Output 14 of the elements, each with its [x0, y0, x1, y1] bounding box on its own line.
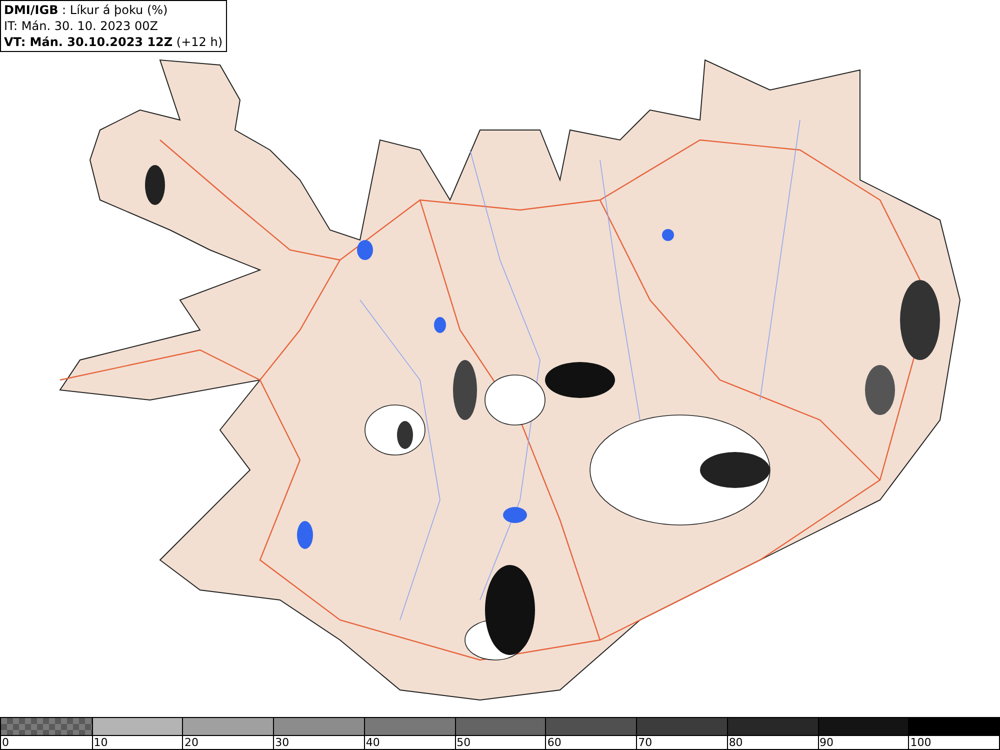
- legend-label: 70: [637, 736, 652, 749]
- info-line: VT: Mán. 30.10.2023 12Z (+12 h): [4, 34, 223, 50]
- legend-label: 60: [546, 736, 562, 749]
- info-line: IT: Mán. 30. 10. 2023 00Z: [4, 18, 159, 34]
- legend-label: 100: [909, 736, 932, 749]
- legend-label: 90: [818, 736, 834, 749]
- legend-label: 80: [728, 736, 743, 749]
- legend-label: 40: [364, 736, 380, 749]
- legend-label: 50: [456, 736, 471, 749]
- legend-label: 0: [1, 736, 9, 749]
- legend-label: 20: [183, 736, 198, 749]
- legend-label: 30: [274, 736, 290, 749]
- info-line: DMI/IGB : Líkur á þoku (%): [4, 2, 169, 18]
- legend-label: 10: [92, 736, 108, 749]
